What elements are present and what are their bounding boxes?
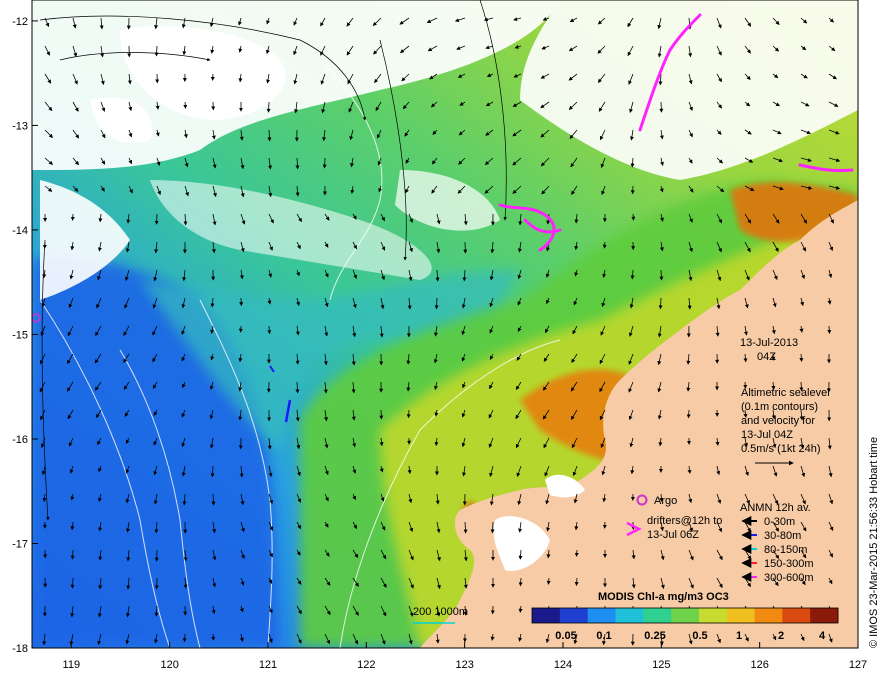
lat-tick-label: -13: [12, 120, 28, 132]
velocity-arrow: [602, 241, 607, 249]
altimetry-line-5: 0.5m/s (1kt 24h): [741, 443, 820, 455]
colorbar-swatch: [615, 608, 644, 623]
colorbar-tick-label: 0.1: [596, 630, 611, 642]
colorbar-tick-label: 4: [819, 630, 826, 642]
colorbar-tick-label: 2: [778, 630, 784, 642]
altimetry-line-2: (0.1m contours): [741, 401, 818, 413]
colorbar-tick-label: 0.05: [555, 630, 576, 642]
colorbar-swatch: [643, 608, 672, 623]
date-label: 13-Jul-2013: [740, 337, 798, 349]
colorbar-tick-label: 0.25: [644, 630, 665, 642]
depth-legend-label: 300-600m: [764, 572, 814, 584]
velocity-arrow: [434, 297, 439, 310]
velocity-arrow: [574, 549, 579, 557]
colorbar-swatch: [726, 608, 756, 623]
velocity-arrow: [183, 101, 188, 109]
depth-legend-label: 150-300m: [764, 558, 814, 570]
altimetry-line-1: Altimetric sealevel: [741, 387, 830, 399]
argo-legend-label: Argo: [654, 495, 677, 507]
lon-tick-label: 121: [259, 659, 277, 671]
depth-legend-label: 30-80m: [764, 530, 801, 542]
altimetry-line-3: and velocity for: [741, 415, 815, 427]
colorbar-swatches: [532, 608, 839, 623]
lon-tick-label: 126: [750, 659, 768, 671]
drifters-legend-line-2: 13-Jul 06Z: [647, 529, 699, 541]
altimetry-line-4: 13-Jul 04Z: [741, 429, 793, 441]
colorbar-tick-label: 1: [736, 630, 742, 642]
lat-tick-label: -15: [12, 329, 28, 341]
lon-tick-label: 123: [455, 659, 473, 671]
credit-text: © IMOS 23-Mar-2015 21:56:33 Hobart time: [868, 437, 880, 648]
lat-tick-label: -14: [12, 225, 28, 237]
velocity-arrow: [686, 409, 691, 419]
velocity-arrow: [70, 549, 75, 560]
lon-tick-label: 122: [357, 659, 375, 671]
colorbar-swatch: [532, 608, 561, 623]
colorbar-swatch: [587, 608, 616, 623]
lat-tick-label: -16: [12, 434, 28, 446]
colorbar-swatch: [671, 608, 700, 623]
scale-label: 200 1000m: [413, 606, 468, 618]
time-label: 04Z: [757, 351, 776, 363]
lon-tick-label: 124: [554, 659, 572, 671]
depth-legend-label: 80-150m: [764, 544, 807, 556]
colorbar-swatch: [559, 608, 589, 623]
drifters-legend-line-1: drifters@12h to: [647, 515, 722, 527]
lon-tick-label: 125: [652, 659, 670, 671]
colorbar-swatch: [782, 608, 811, 623]
lat-tick-label: -17: [12, 538, 28, 550]
depth-legend-label: 0-30m: [764, 516, 795, 528]
anmn-legend-title: ANMN 12h av.: [740, 502, 811, 514]
colorbar-swatch: [754, 608, 783, 623]
chlorophyll-map: 200 1000m 119 120 121 122 123 124 125 126 127 -1…: [12, 0, 880, 671]
colorbar-tick-label: 0.5: [692, 630, 707, 642]
colorbar-swatch: [698, 608, 728, 623]
lon-tick-label: 127: [849, 659, 867, 671]
lat-tick-label: -12: [12, 16, 28, 28]
lon-tick-label: 120: [160, 659, 178, 671]
velocity-arrow: [266, 101, 271, 113]
lat-tick-label: -18: [12, 643, 28, 655]
colorbar-swatch: [810, 608, 839, 623]
lon-tick-label: 119: [63, 659, 81, 671]
colorbar-title: MODIS Chl-a mg/m3 OC3: [598, 591, 729, 603]
